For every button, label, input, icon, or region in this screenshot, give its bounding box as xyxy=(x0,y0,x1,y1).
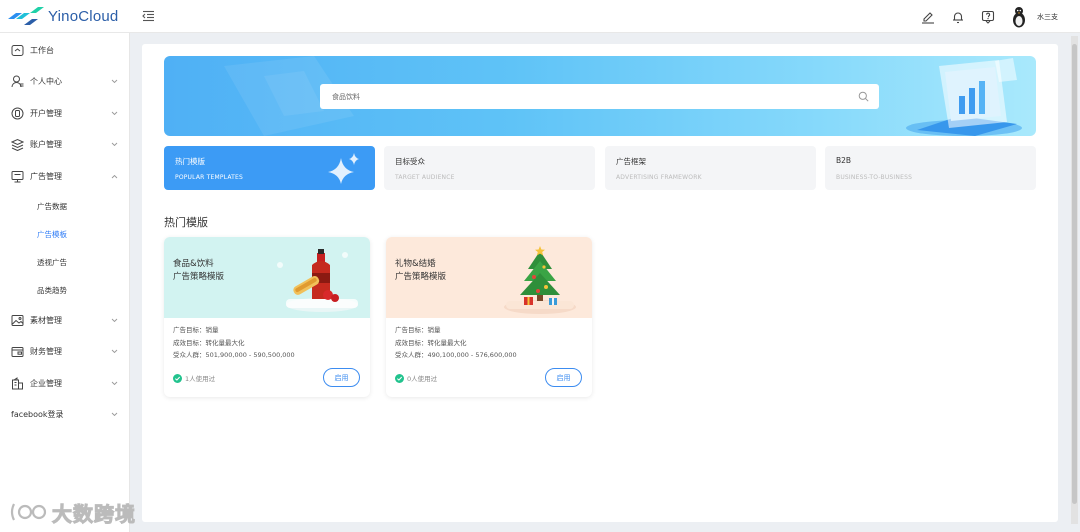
sidebar-item-personal-center[interactable]: 个人中心 xyxy=(0,71,130,91)
card-audience: 受众人群：501,900,000 - 590,500,000 xyxy=(173,351,295,359)
apply-button[interactable]: 启用 xyxy=(323,368,360,387)
chevron-up-icon xyxy=(111,174,118,178)
logo-text: YinoCloud xyxy=(48,7,119,25)
scrollbar[interactable] xyxy=(1071,36,1078,524)
card-hero: 食品&饮料 广告策略模版 xyxy=(164,237,370,318)
bell-icon[interactable] xyxy=(951,10,965,24)
wallet-icon xyxy=(11,346,24,357)
edit-icon[interactable] xyxy=(921,10,935,24)
sidebar-item-enterprise[interactable]: 企业管理 xyxy=(0,373,130,393)
sidebar-item-account-management[interactable]: 账户管理 xyxy=(0,134,130,154)
sidebar-item-account-opening[interactable]: 开户管理 xyxy=(0,103,130,123)
tab-advertising-framework[interactable]: 广告框架 ADVERTISING FRAMEWORK xyxy=(605,146,816,190)
monitor-icon xyxy=(11,170,24,182)
sidebar-item-facebook-login[interactable]: facebook登录 xyxy=(0,404,130,424)
sidebar-subitem-category-trends[interactable]: 品类趋势 xyxy=(37,285,67,296)
account-open-icon xyxy=(11,107,24,119)
layers-icon xyxy=(11,138,24,151)
search-input-value: 食品饮料 xyxy=(332,93,360,101)
template-card-food-beverage[interactable]: 食品&饮料 广告策略模版 广告目标：销量 成效目标：转化量最大化 受众人群：50… xyxy=(164,237,370,397)
chevron-down-icon xyxy=(111,111,118,115)
food-beverage-illustration xyxy=(277,249,358,312)
building-icon xyxy=(12,376,23,389)
card-usage: 1人使用过 xyxy=(173,373,215,383)
image-icon xyxy=(11,314,24,326)
search-input[interactable]: 食品饮料 xyxy=(320,84,879,109)
logo-mark-icon xyxy=(8,7,44,25)
card-goal: 广告目标：销量 xyxy=(395,326,441,334)
check-circle-icon xyxy=(395,373,404,383)
sidebar-item-materials[interactable]: 素材管理 xyxy=(0,310,130,330)
sidebar-item-finance[interactable]: 财务管理 xyxy=(0,341,130,361)
card-hero: 礼物&结婚 广告策略模版 xyxy=(386,237,592,318)
menu-collapse-icon[interactable] xyxy=(142,10,155,22)
sidebar-subitem-perspective-ads[interactable]: 透视广告 xyxy=(37,257,67,268)
chevron-down-icon xyxy=(111,381,118,385)
banner-illustration xyxy=(906,58,1022,136)
tab-popular-templates[interactable]: 热门模版 POPULAR TEMPLATES xyxy=(164,146,375,190)
chevron-down-icon xyxy=(111,142,118,146)
template-card-gifts-wedding[interactable]: 礼物&结婚 广告策略模版 广告目标：销量 成效目标：转化量最大化 受众人群：49… xyxy=(386,237,592,397)
card-result-goal: 成效目标：转化量最大化 xyxy=(395,339,467,347)
scrollbar-thumb[interactable] xyxy=(1072,44,1077,504)
home-icon xyxy=(11,44,24,56)
watermark-logo-icon xyxy=(10,503,47,521)
card-result-goal: 成效目标：转化量最大化 xyxy=(173,339,245,347)
section-title: 热门模版 xyxy=(164,216,208,229)
check-circle-icon xyxy=(173,373,182,383)
avatar[interactable] xyxy=(1011,6,1027,28)
sidebar-item-workbench[interactable]: 工作台 xyxy=(0,40,130,60)
apply-button[interactable]: 启用 xyxy=(545,368,582,387)
user-icon xyxy=(11,75,24,87)
sidebar-item-ad-management[interactable]: 广告管理 xyxy=(0,166,130,186)
card-goal: 广告目标：销量 xyxy=(173,326,219,334)
sidebar-subitem-ad-data[interactable]: 广告数据 xyxy=(37,201,67,212)
chevron-down-icon xyxy=(111,79,118,83)
sidebar: 工作台 个人中心 开户管理 账户管理 广告管理 广告数据 广告模板 透视广告 品… xyxy=(0,33,130,532)
tab-b2b[interactable]: B2B BUSINESS-TO-BUSINESS xyxy=(825,146,1036,190)
user-name[interactable]: 水三支 xyxy=(1037,12,1058,22)
card-audience: 受众人群：490,100,000 - 576,600,000 xyxy=(395,351,517,359)
sparkle-icon xyxy=(328,153,359,184)
christmas-tree-illustration xyxy=(504,246,576,314)
sidebar-subitem-ad-templates[interactable]: 广告模板 xyxy=(37,229,67,240)
tab-target-audience[interactable]: 目标受众 TARGET AUDIENCE xyxy=(384,146,595,190)
logo[interactable]: YinoCloud xyxy=(8,7,118,25)
chevron-down-icon xyxy=(111,412,118,416)
top-bar: YinoCloud 水三支 xyxy=(0,0,1080,33)
help-icon[interactable] xyxy=(981,10,995,24)
chevron-down-icon xyxy=(111,349,118,353)
watermark: 大数跨境 xyxy=(8,496,136,528)
chevron-down-icon xyxy=(111,318,118,322)
card-usage: 0人使用过 xyxy=(395,373,437,383)
search-icon[interactable] xyxy=(858,91,869,102)
